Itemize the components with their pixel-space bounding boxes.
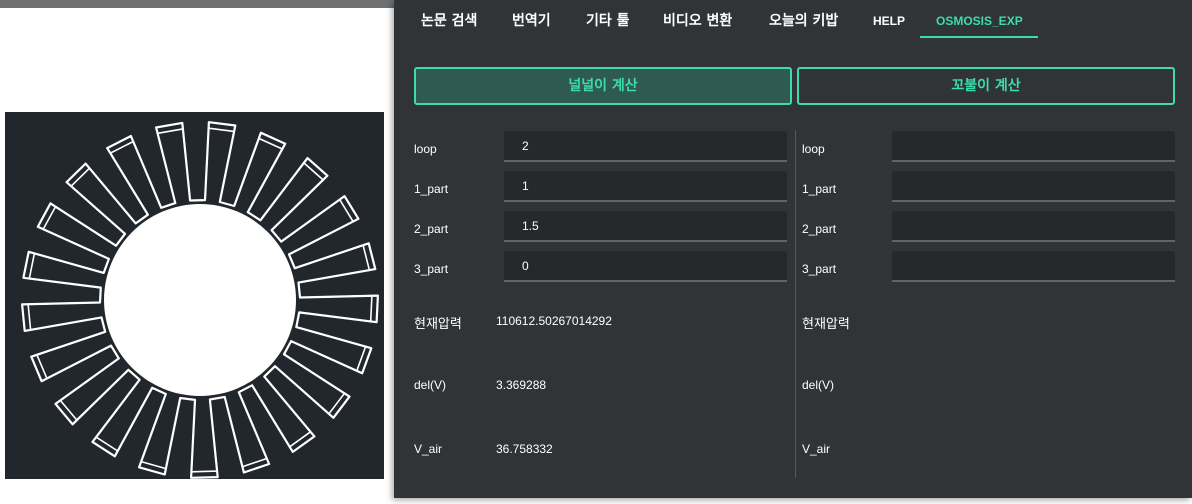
- tab-paper-search[interactable]: 논문 검색: [421, 0, 477, 40]
- part3-label: 3_part: [802, 262, 837, 276]
- part2-input-value: 1.5: [522, 219, 539, 233]
- part1-label: 1_part: [414, 182, 449, 196]
- tab-video-convert[interactable]: 비디오 변환: [663, 0, 732, 40]
- part2-label: 2_part: [414, 222, 449, 236]
- part2-label: 2_part: [802, 222, 837, 236]
- delv-value: 3.369288: [496, 378, 547, 392]
- loose-calc-button[interactable]: 널널이 계산: [414, 67, 792, 105]
- vair-label: V_air: [802, 442, 831, 456]
- coiled-calc-button[interactable]: 꼬불이 계산: [797, 67, 1175, 105]
- osmosis-pattern-preview: [5, 112, 384, 479]
- loop-label: loop: [802, 142, 825, 156]
- loop-label: loop: [414, 142, 437, 156]
- delv-label: del(V): [414, 378, 447, 392]
- part3-input[interactable]: [892, 251, 1175, 282]
- part1-input-value: 1: [522, 179, 529, 193]
- left-calc-form: loop 2 1_part 1 2_part 1.5 3_part 0 현재압력…: [414, 130, 787, 480]
- pattern-center-disc: [104, 204, 296, 396]
- delv-label: del(V): [802, 378, 835, 392]
- part3-label: 3_part: [414, 262, 449, 276]
- vair-value: 36.758332: [496, 442, 553, 456]
- osmosis-exp-panel: 논문 검색 번역기 기타 툴 비디오 변환 오늘의 키밥 HELP OSMOSI…: [394, 0, 1192, 498]
- tab-today-meal[interactable]: 오늘의 키밥: [769, 0, 838, 40]
- active-tab-indicator: [920, 36, 1038, 38]
- part1-label: 1_part: [802, 182, 837, 196]
- loop-input[interactable]: 2: [504, 131, 787, 162]
- part3-input-value: 0: [522, 259, 529, 273]
- loop-input[interactable]: [892, 131, 1175, 162]
- tab-bar: 논문 검색 번역기 기타 툴 비디오 변환 오늘의 키밥 HELP OSMOSI…: [394, 0, 1192, 40]
- part2-input[interactable]: [892, 211, 1175, 242]
- tab-osmosis-exp[interactable]: OSMOSIS_EXP: [936, 0, 1023, 40]
- part1-input[interactable]: 1: [504, 171, 787, 202]
- pressure-label: 현재압력: [802, 317, 850, 332]
- part2-input[interactable]: 1.5: [504, 211, 787, 242]
- part3-input[interactable]: 0: [504, 251, 787, 282]
- pressure-label: 현재압력: [414, 317, 462, 332]
- pressure-value: 110612.50267014292: [496, 314, 612, 328]
- vair-label: V_air: [414, 442, 443, 456]
- tab-help[interactable]: HELP: [873, 0, 905, 40]
- serpentine-pattern-image: [21, 121, 379, 479]
- tab-other-tools[interactable]: 기타 툴: [586, 0, 630, 40]
- part1-input[interactable]: [892, 171, 1175, 202]
- tab-translator[interactable]: 번역기: [512, 0, 551, 40]
- loop-input-value: 2: [522, 139, 529, 153]
- right-calc-form: loop 1_part 2_part 3_part 현재압력 del(V) V_…: [802, 130, 1175, 480]
- column-divider: [795, 130, 796, 478]
